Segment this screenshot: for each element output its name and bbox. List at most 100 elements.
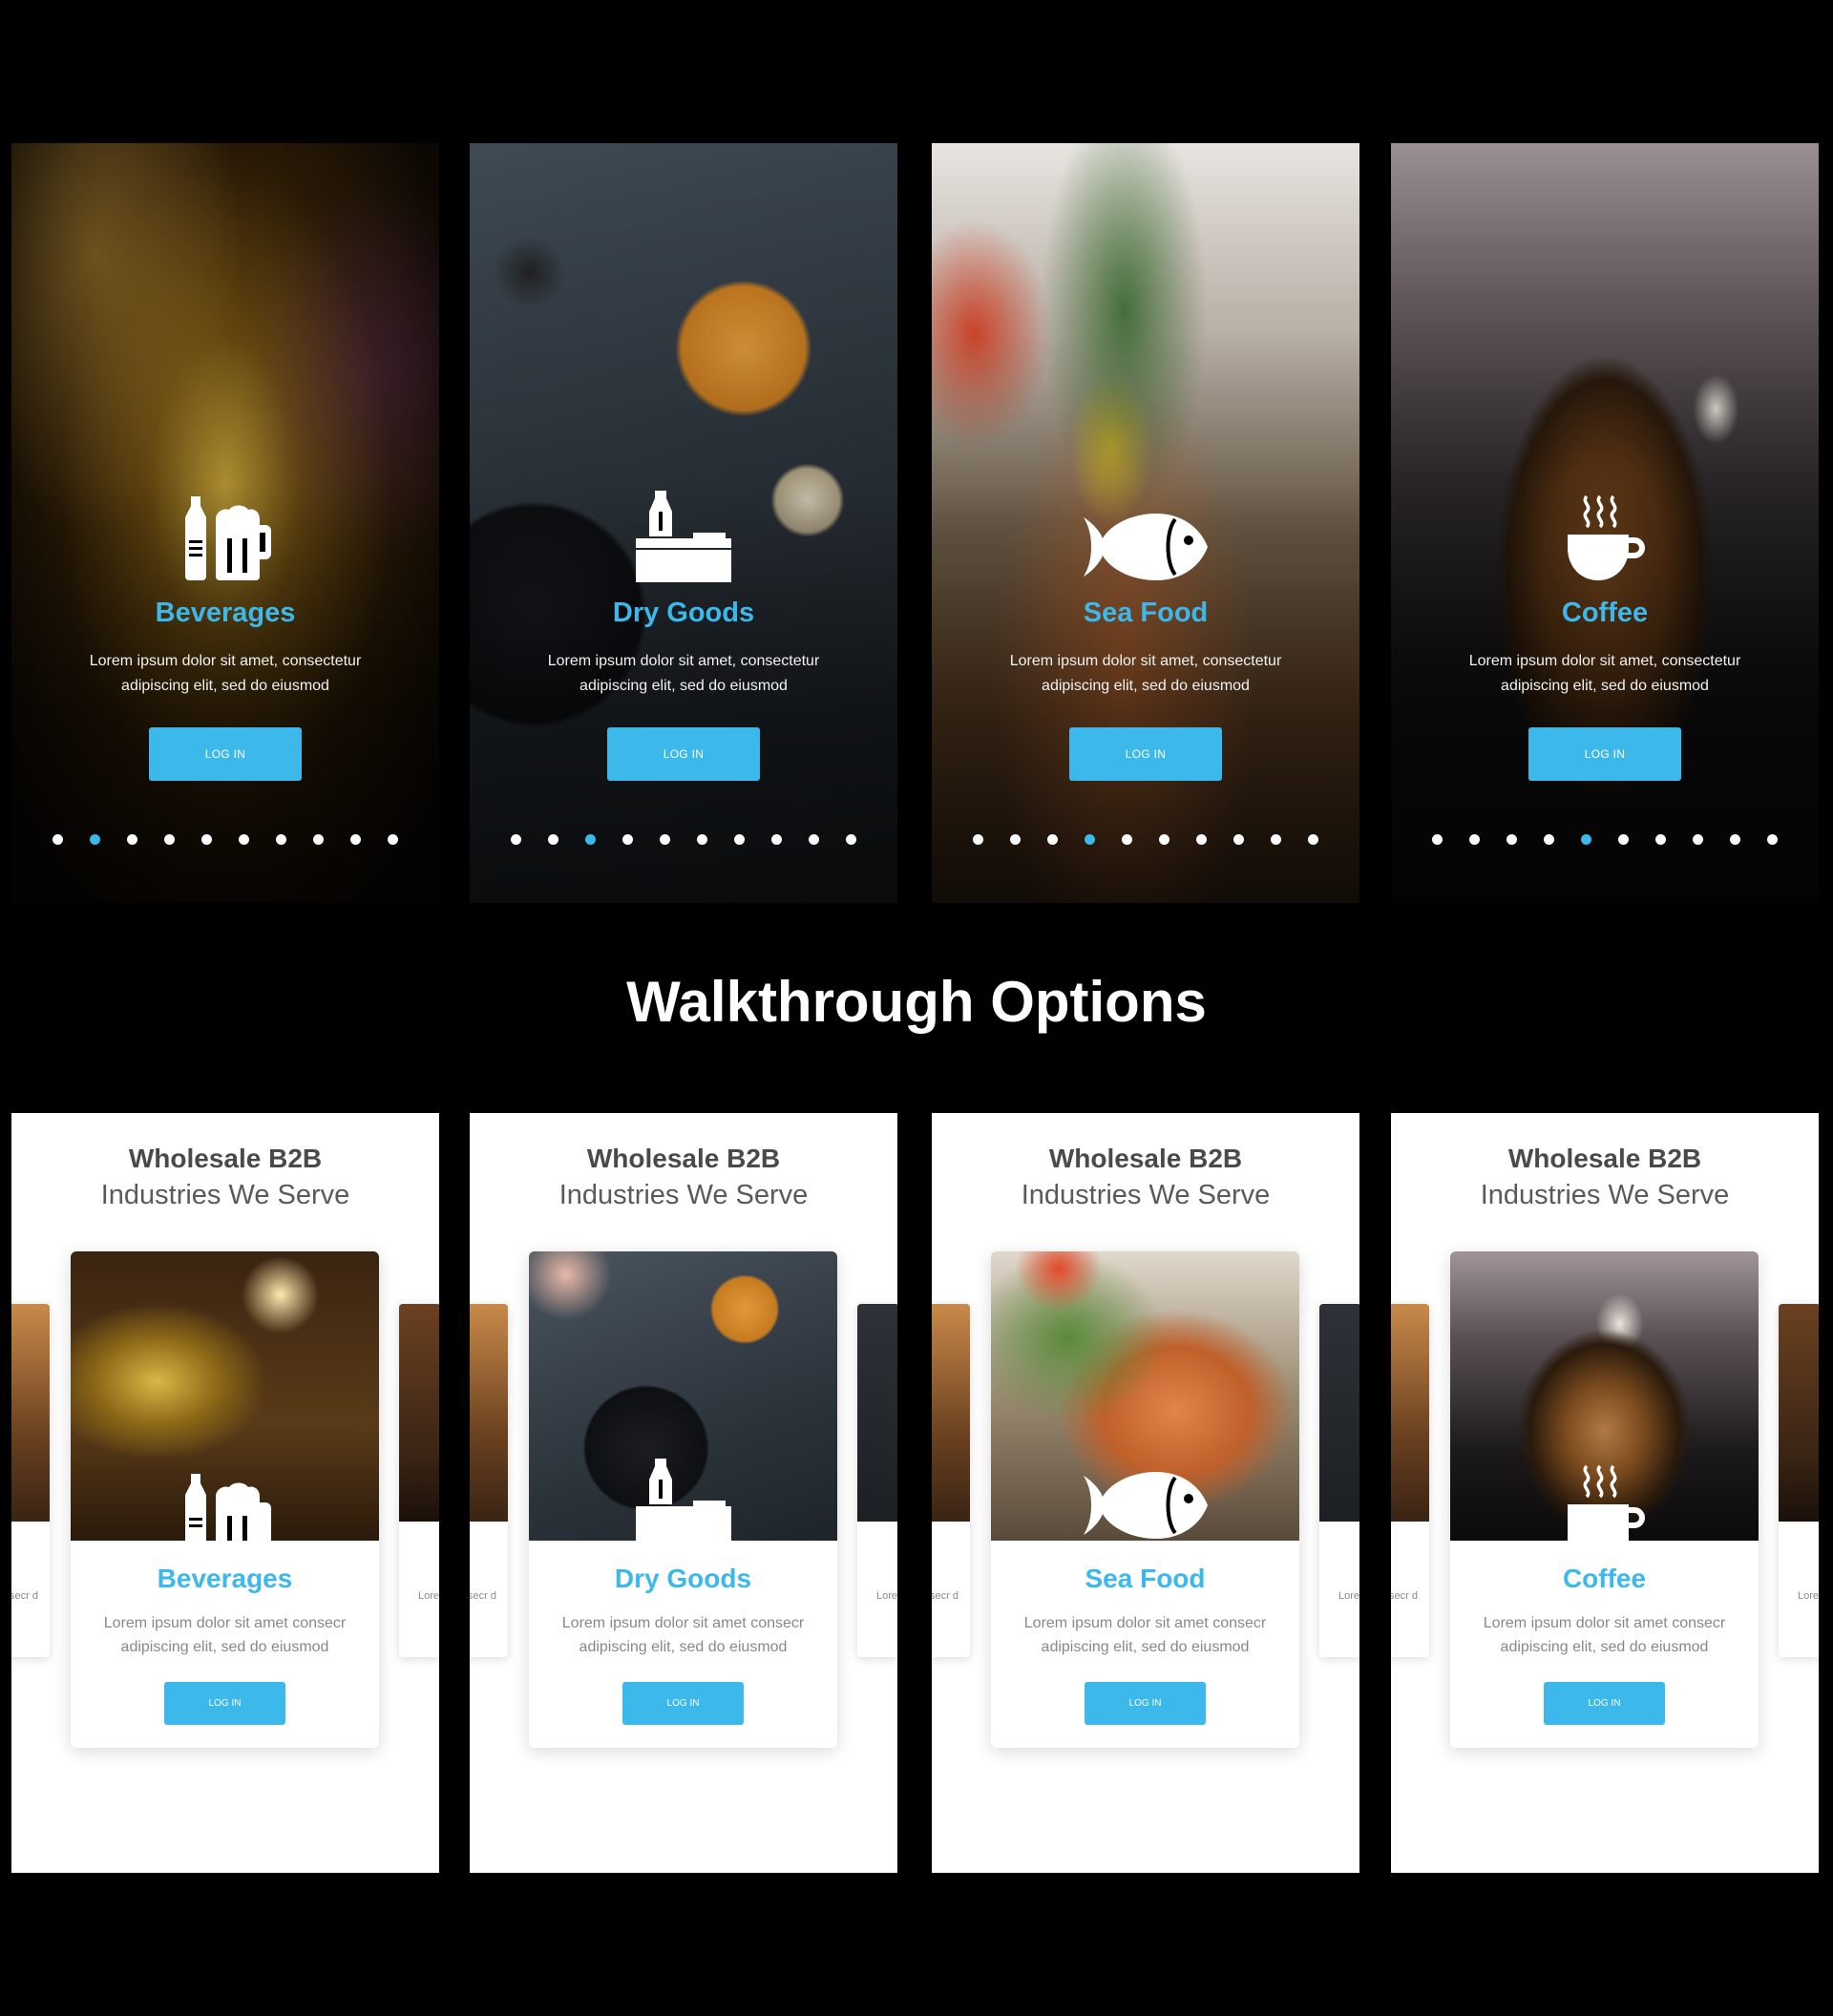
login-button[interactable]: LOG IN (1544, 1682, 1665, 1725)
login-button[interactable]: LOG IN (149, 727, 302, 781)
coffee-cup-icon (1391, 487, 1819, 582)
page-dot[interactable] (846, 834, 856, 845)
page-dot[interactable] (809, 834, 819, 845)
card-title: Coffee (1562, 1564, 1647, 1593)
page-dot[interactable] (1469, 834, 1480, 845)
previous-card-peek[interactable]: secr d (1391, 1304, 1429, 1657)
page-indicator[interactable] (470, 834, 897, 846)
screen-heading: Wholesale B2B (586, 1144, 781, 1173)
page-dot[interactable] (53, 834, 63, 845)
page-dot[interactable] (1271, 834, 1281, 845)
page-dot[interactable] (1432, 834, 1443, 845)
card-title: Sea Food (1085, 1564, 1206, 1593)
page-dot[interactable] (1308, 834, 1318, 845)
dry-goods-icon (529, 1452, 837, 1541)
page-dot-active[interactable] (1581, 834, 1591, 845)
page-dot[interactable] (1655, 834, 1666, 845)
page-dot[interactable] (697, 834, 707, 845)
fish-icon (991, 1452, 1299, 1541)
fish-icon (932, 487, 1359, 582)
next-card-peek[interactable]: Lore a (1319, 1304, 1359, 1657)
screen-subheading: Industries We Serve (100, 1180, 350, 1210)
screen-title: Dry Goods (612, 598, 755, 628)
screen-heading: Wholesale B2B (1048, 1144, 1243, 1173)
page-dot-active[interactable] (90, 834, 100, 845)
beverages-icon (71, 1452, 379, 1541)
page-dot[interactable] (1618, 834, 1629, 845)
card-title: Beverages (157, 1564, 293, 1593)
login-button[interactable]: LOG IN (607, 727, 760, 781)
page-dot[interactable] (276, 834, 286, 845)
walkthrough-screen-sea-food: Sea Food Lorem ipsum dolor sit amet, con… (932, 143, 1359, 903)
screen-description: Lorem ipsum dolor sit amet, consectetur … (1468, 653, 1741, 694)
page-dot[interactable] (1122, 834, 1132, 845)
next-card-peek[interactable]: Lore a (857, 1304, 897, 1657)
screen-title: Sea Food (1083, 598, 1209, 628)
page-dot[interactable] (1233, 834, 1244, 845)
login-button[interactable]: LOG IN (622, 1682, 744, 1725)
page-dot[interactable] (660, 834, 670, 845)
page-indicator[interactable] (11, 834, 439, 846)
page-dot[interactable] (1159, 834, 1169, 845)
card-description: Lorem ipsum dolor sit amet consecr adipi… (103, 1615, 347, 1655)
screen-heading: Wholesale B2B (128, 1144, 323, 1173)
industries-screen-sea-food: Wholesale B2B Industries We Serve secr d… (932, 1113, 1359, 1873)
previous-card-peek[interactable]: secr d (470, 1304, 508, 1657)
page-dot[interactable] (1767, 834, 1778, 845)
login-button[interactable]: LOG IN (1069, 727, 1222, 781)
page-dot[interactable] (1544, 834, 1554, 845)
page-dot[interactable] (1010, 834, 1021, 845)
page-dot[interactable] (313, 834, 324, 845)
industry-card[interactable]: Dry Goods Lorem ipsum dolor sit amet con… (529, 1251, 837, 1748)
page-indicator[interactable] (1391, 834, 1819, 846)
coffee-cup-icon (1450, 1452, 1759, 1541)
card-description: Lorem ipsum dolor sit amet consecr adipi… (1483, 1615, 1726, 1655)
industries-screen-beverages: Wholesale B2B Industries We Serve secr d… (11, 1113, 439, 1873)
industries-screen-dry-goods: Wholesale B2B Industries We Serve secr d… (470, 1113, 897, 1873)
screen-description: Lorem ipsum dolor sit amet, consectetur … (89, 653, 362, 694)
page-dot[interactable] (1693, 834, 1703, 845)
previous-card-peek[interactable]: secr d (932, 1304, 970, 1657)
dry-goods-icon (470, 487, 897, 582)
walkthrough-screen-beverages: Beverages Lorem ipsum dolor sit amet, co… (11, 143, 439, 903)
page-dot[interactable] (1047, 834, 1058, 845)
page-dot[interactable] (548, 834, 558, 845)
card-description: Lorem ipsum dolor sit amet consecr adipi… (561, 1615, 805, 1655)
industry-card[interactable]: Sea Food Lorem ipsum dolor sit amet cons… (991, 1251, 1299, 1748)
screen-description: Lorem ipsum dolor sit amet, consectetur … (1009, 653, 1282, 694)
page-dot[interactable] (201, 834, 212, 845)
next-card-peek[interactable]: Lore a (399, 1304, 439, 1657)
beverages-icon (11, 487, 439, 582)
page-dot[interactable] (350, 834, 361, 845)
login-button[interactable]: LOG IN (1528, 727, 1681, 781)
login-button[interactable]: LOG IN (1085, 1682, 1206, 1725)
screen-subheading: Industries We Serve (558, 1180, 809, 1210)
card-description: Lorem ipsum dolor sit amet consecr adipi… (1023, 1615, 1267, 1655)
screen-description: Lorem ipsum dolor sit amet, consectetur … (547, 653, 820, 694)
page-dot[interactable] (239, 834, 249, 845)
walkthrough-screen-coffee: Coffee Lorem ipsum dolor sit amet, conse… (1391, 143, 1819, 903)
section-title: Walkthrough Options (626, 970, 1207, 1034)
screen-subheading: Industries We Serve (1480, 1180, 1730, 1210)
page-dot[interactable] (511, 834, 521, 845)
walkthrough-screen-dry-goods: Dry Goods Lorem ipsum dolor sit amet, co… (470, 143, 897, 903)
page-dot[interactable] (622, 834, 633, 845)
page-dot-active[interactable] (1085, 834, 1095, 845)
industry-card[interactable]: Beverages Lorem ipsum dolor sit amet con… (71, 1251, 379, 1748)
screen-subheading: Industries We Serve (1021, 1180, 1271, 1210)
login-button[interactable]: LOG IN (164, 1682, 285, 1725)
page-dot[interactable] (973, 834, 983, 845)
previous-card-peek[interactable]: secr d (11, 1304, 50, 1657)
page-dot-active[interactable] (585, 834, 596, 845)
page-dot[interactable] (771, 834, 782, 845)
industry-card[interactable]: Coffee Lorem ipsum dolor sit amet consec… (1450, 1251, 1759, 1748)
page-dot[interactable] (1506, 834, 1517, 845)
page-dot[interactable] (1196, 834, 1207, 845)
page-indicator[interactable] (932, 834, 1359, 846)
page-dot[interactable] (164, 834, 175, 845)
next-card-peek[interactable]: Lore a (1779, 1304, 1819, 1657)
page-dot[interactable] (127, 834, 137, 845)
page-dot[interactable] (388, 834, 398, 845)
page-dot[interactable] (734, 834, 745, 845)
page-dot[interactable] (1730, 834, 1740, 845)
